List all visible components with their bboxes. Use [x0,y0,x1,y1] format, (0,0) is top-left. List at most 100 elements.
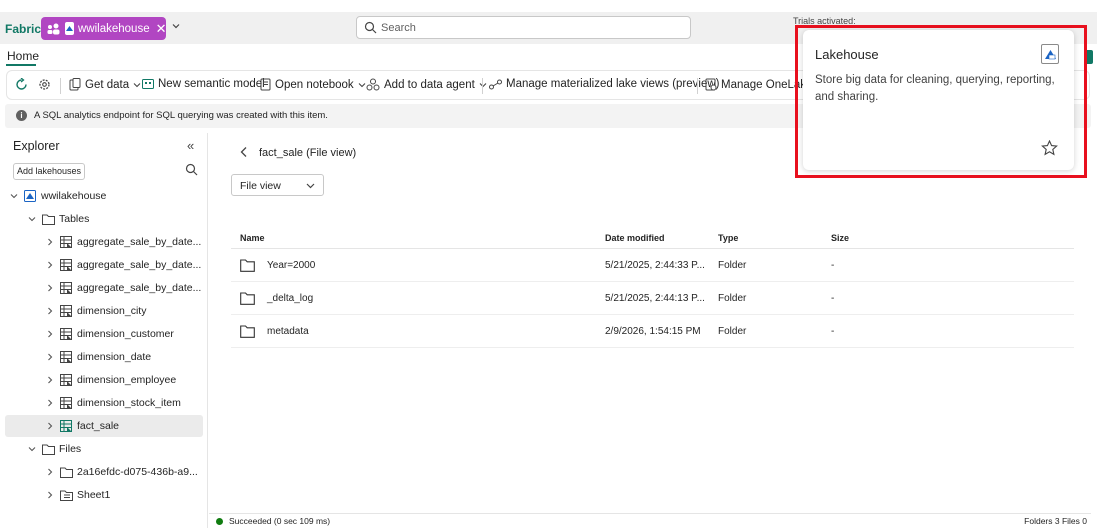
search-input[interactable]: Search [356,16,691,39]
cell-date: 5/21/2025, 2:44:13 P... [605,293,705,304]
manage-onelake-button[interactable]: Manage OneLak [705,78,806,91]
chevron-right-icon[interactable] [45,261,55,269]
search-icon[interactable] [185,163,198,179]
tree-item-table[interactable]: aggregate_sale_by_date... [5,277,203,299]
folder-icon [240,259,255,275]
tree-item-file[interactable]: Sheet1 [5,484,203,506]
tree-item-table[interactable]: fact_sale [5,415,203,437]
chevron-right-icon[interactable] [45,353,55,361]
tree-item-table[interactable]: dimension_customer [5,323,203,345]
tree-item-table[interactable]: dimension_stock_item [5,392,203,414]
new-semantic-model-label: New semantic model [158,78,265,90]
chevron-right-icon[interactable] [45,376,55,384]
tree-item-label: Sheet1 [77,489,111,501]
chevron-down-icon[interactable] [9,192,19,200]
workspace-icon [47,22,60,36]
tree-item-label: wwilakehouse [41,190,107,202]
tree-item-tables[interactable]: Tables [5,208,203,230]
tree-item-file[interactable]: 2a16efdc-d075-436b-a9... [5,461,203,483]
chevron-right-icon[interactable] [45,422,55,430]
folder-icon [240,292,255,308]
table-icon [59,258,73,272]
chevron-right-icon[interactable] [45,468,55,476]
tree-item-label: Files [59,443,82,455]
chevron-right-icon[interactable] [45,330,55,338]
column-header-name[interactable]: Name [240,233,265,243]
table-icon [59,419,73,433]
brand-name[interactable]: Fabric [5,22,41,36]
cell-name[interactable]: metadata [267,326,309,337]
back-icon[interactable] [239,146,249,161]
search-icon [364,21,377,37]
chevron-right-icon[interactable] [45,307,55,315]
tab-home-underline [6,64,36,66]
table-icon [59,350,73,364]
chevron-right-icon[interactable] [45,238,55,246]
add-to-data-agent-button[interactable]: Add to data agent [366,78,492,91]
info-message: A SQL analytics endpoint for SQL queryin… [34,110,328,121]
view-select[interactable]: File view [231,174,324,196]
lakehouse-info-card: Lakehouse Store big data for cleaning, q… [803,30,1074,170]
close-icon[interactable]: ✕ [156,21,167,37]
table-row[interactable]: _delta_log 5/21/2025, 2:44:13 P... Folder - [231,282,1074,315]
refresh-icon[interactable] [15,78,32,92]
divider [482,78,483,94]
chevron-right-icon[interactable] [45,284,55,292]
tree-item-lakehouse[interactable]: wwilakehouse [5,185,203,207]
table-icon [59,304,73,318]
tree-item-label: 2a16efdc-d075-436b-a9... [77,466,198,478]
get-data-label: Get data [85,78,130,91]
tab-home[interactable]: Home [7,49,39,63]
table-row[interactable]: metadata 2/9/2026, 1:54:15 PM Folder - [231,315,1074,348]
cell-type: Folder [718,293,747,304]
divider [697,78,698,94]
tree-item-label: aggregate_sale_by_date... [77,259,202,271]
onelake-icon [705,78,717,91]
collapse-icon[interactable]: « [187,138,194,153]
settings-icon[interactable] [38,78,55,91]
tree-item-label: dimension_city [77,305,147,317]
table-header: Name Date modified Type Size [231,229,1074,249]
tree-item-table[interactable]: dimension_date [5,346,203,368]
column-header-size[interactable]: Size [831,233,849,243]
cell-type: Folder [718,260,747,271]
search-placeholder: Search [381,22,416,34]
main-content: fact_sale (File view) File view Name Dat… [209,133,1091,516]
explorer-panel: Explorer « Add lakehouses wwilakehouse Ta… [5,133,208,528]
cell-date: 2/9/2026, 1:54:15 PM [605,326,701,337]
tree-item-table[interactable]: aggregate_sale_by_date... [5,231,203,253]
table-row[interactable]: Year=2000 5/21/2025, 2:44:33 P... Folder - [231,249,1074,282]
notebook-icon [260,78,271,91]
cell-name[interactable]: _delta_log [267,293,313,304]
chevron-down-icon[interactable] [27,215,37,223]
lakehouse-icon [65,22,74,35]
tree-item-table[interactable]: dimension_city [5,300,203,322]
card-description: Store big data for cleaning, querying, r… [815,74,1055,103]
tree-item-label: dimension_customer [77,328,174,340]
workspace-tab[interactable]: wwilakehouse ✕ [41,17,167,40]
semantic-model-icon [142,79,154,89]
tree-item-label: aggregate_sale_by_date... [77,236,202,248]
chevron-down-icon[interactable] [27,445,37,453]
chevron-right-icon[interactable] [45,491,55,499]
divider [60,78,61,94]
item-counts: Folders 3 Files 0 [1024,516,1087,526]
shortcut-folder-icon [59,488,73,502]
table-icon [59,327,73,341]
chevron-down-icon[interactable] [171,21,181,34]
chevron-right-icon[interactable] [45,399,55,407]
tree-item-table[interactable]: aggregate_sale_by_date... [5,254,203,276]
cell-name[interactable]: Year=2000 [267,260,315,271]
get-data-icon [69,78,81,91]
get-data-button[interactable]: Get data [69,78,146,91]
tree-item-table[interactable]: dimension_employee [5,369,203,391]
manage-materialized-views-button[interactable]: Manage materialized lake views (preview) [489,78,719,90]
tree-item-files[interactable]: Files [5,438,203,460]
open-notebook-button[interactable]: Open notebook [260,78,371,91]
lineage-icon [489,79,502,89]
favorite-star-icon[interactable] [1041,139,1058,159]
new-semantic-model-button[interactable]: New semantic model [142,78,265,90]
column-header-date[interactable]: Date modified [605,233,665,243]
column-header-type[interactable]: Type [718,233,738,243]
add-lakehouses-button[interactable]: Add lakehouses [13,163,85,180]
